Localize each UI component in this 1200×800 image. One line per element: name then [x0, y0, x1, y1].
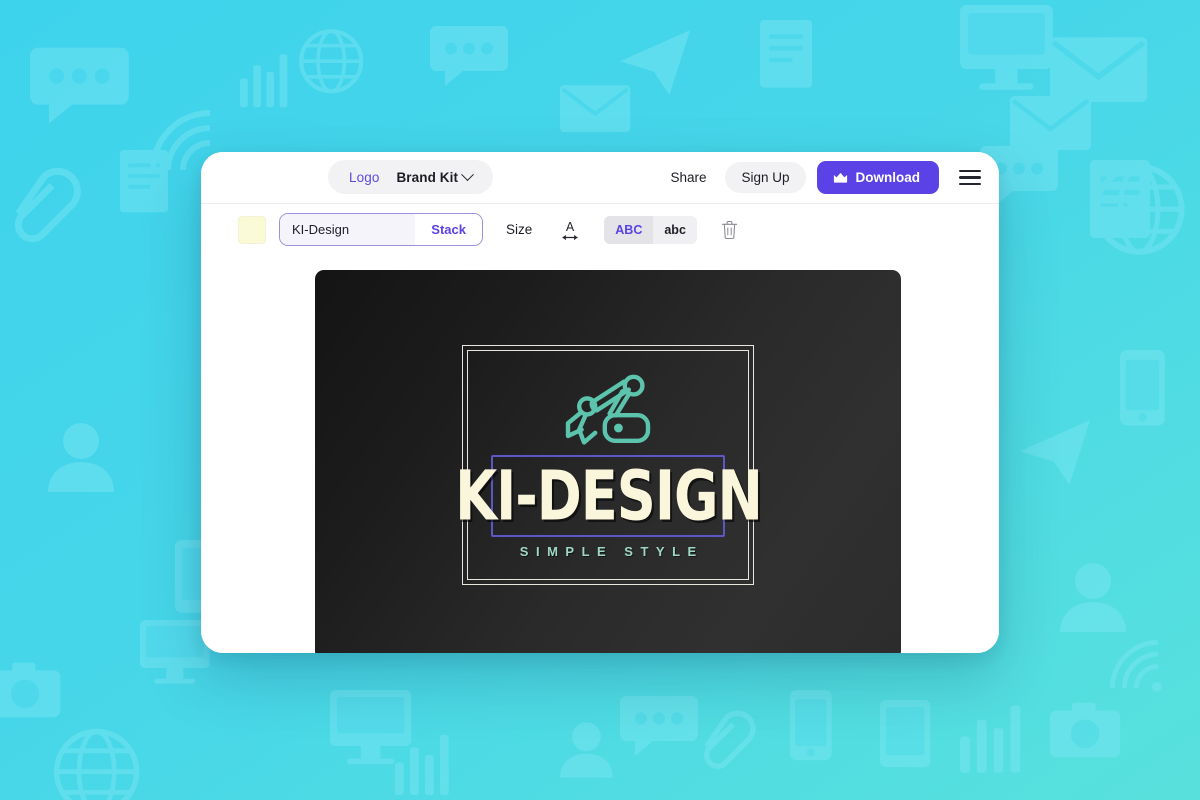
svg-text:A: A — [566, 219, 575, 233]
logo-canvas[interactable]: KI-DESIGN SIMPLE STYLE — [315, 270, 901, 653]
tab-brand-kit[interactable]: Brand Kit — [396, 167, 474, 185]
chevron-down-icon — [461, 167, 474, 181]
color-swatch[interactable] — [238, 215, 266, 244]
logo-title-box: KI-DESIGN — [455, 455, 762, 537]
robot-arm-icon — [565, 374, 651, 445]
letter-spacing-icon[interactable]: A — [560, 218, 580, 242]
share-button[interactable]: Share — [657, 163, 719, 192]
logo-artwork[interactable]: KI-DESIGN SIMPLE STYLE — [455, 345, 762, 585]
stack-button[interactable]: Stack — [415, 214, 482, 245]
logo-title: KI-DESIGN — [454, 455, 763, 537]
trash-icon[interactable] — [721, 220, 738, 240]
case-toggle-uppercase[interactable]: ABC — [604, 215, 654, 244]
size-label[interactable]: Size — [506, 222, 532, 237]
text-case-toggle: ABC abc — [604, 215, 697, 244]
crown-icon — [833, 172, 847, 183]
app-header: Logo Brand Kit Share Sign Up Download — [201, 152, 999, 203]
brand-name-field[interactable]: KI-Design Stack — [279, 213, 483, 246]
app-window: Logo Brand Kit Share Sign Up Download KI… — [201, 152, 999, 653]
editor-toolbar: KI-Design Stack Size A ABC abc — [201, 203, 999, 255]
sign-up-button[interactable]: Sign Up — [725, 162, 806, 193]
hamburger-menu-icon[interactable] — [959, 169, 981, 186]
screenshot-stage: Logo Brand Kit Share Sign Up Download KI… — [0, 0, 1200, 800]
download-button[interactable]: Download — [816, 161, 939, 194]
case-toggle-lowercase[interactable]: abc — [653, 215, 697, 244]
logo-tagline: SIMPLE STYLE — [519, 544, 704, 559]
tab-logo[interactable]: Logo — [349, 170, 379, 185]
tab-brand-kit-label: Brand Kit — [396, 169, 459, 185]
header-actions: Share Sign Up Download — [657, 152, 984, 203]
download-button-label: Download — [855, 170, 921, 185]
canvas-area: KI-DESIGN SIMPLE STYLE — [201, 255, 999, 653]
mode-switch-pill: Logo Brand Kit — [328, 160, 494, 194]
brand-name-input[interactable]: KI-Design — [280, 214, 416, 245]
